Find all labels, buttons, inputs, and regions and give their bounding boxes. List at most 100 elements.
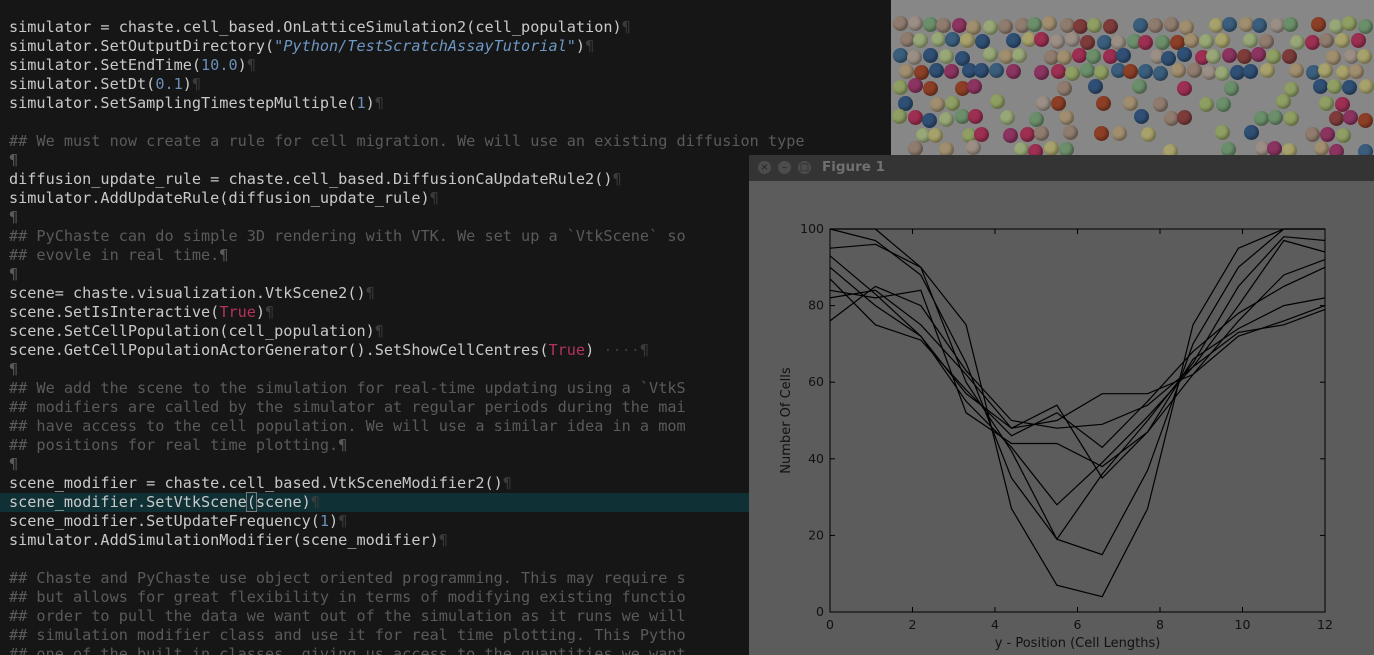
cell-sphere <box>1254 111 1270 127</box>
cell-sphere <box>1147 17 1163 33</box>
cell-sphere <box>913 32 929 48</box>
cell-sphere <box>892 47 908 63</box>
code-token: True <box>219 303 256 321</box>
cell-sphere <box>936 17 952 33</box>
code-token: scene.GetCellPopulationActorGenerator().… <box>9 341 549 359</box>
cell-sphere <box>945 31 961 47</box>
cell-sphere <box>1318 33 1334 49</box>
cell-sphere <box>1198 34 1214 50</box>
cell-sphere <box>899 63 915 79</box>
whitespace-marker: ¶ <box>585 37 595 55</box>
cell-sphere <box>1034 65 1050 81</box>
cell-sphere <box>999 109 1015 125</box>
code-token: simulator.AddUpdateRule(diffusion_update… <box>9 189 430 207</box>
cell-sphere <box>1244 125 1260 141</box>
whitespace-marker: ····¶ <box>594 341 650 359</box>
cell-sphere <box>1096 96 1112 112</box>
maximize-icon[interactable]: □ <box>798 161 811 174</box>
cell-sphere <box>923 80 939 96</box>
code-token: ## We must now create a rule for cell mi… <box>9 132 805 150</box>
cell-sphere <box>1358 19 1374 35</box>
code-token: ) <box>365 94 375 112</box>
cell-sphere <box>1348 63 1364 79</box>
code-token: ) <box>182 75 192 93</box>
cell-sphere <box>989 93 1005 109</box>
code-token: ## one of the built in classes, giving u… <box>9 645 686 655</box>
cell-sphere <box>1138 64 1154 80</box>
cell-sphere <box>1102 18 1118 34</box>
cell-sphere <box>1350 33 1366 49</box>
cell-sphere <box>967 109 983 125</box>
cell-sphere <box>928 62 944 78</box>
code-token: ## PyChaste can do simple 3D rendering w… <box>9 227 686 245</box>
cell-sphere <box>1051 63 1067 79</box>
code-token: ) <box>237 56 247 74</box>
close-icon[interactable]: × <box>758 161 771 174</box>
code-token: scene) <box>255 493 311 511</box>
cell-sphere <box>1154 34 1170 50</box>
cell-sphere <box>1058 110 1074 126</box>
whitespace-marker: ¶ <box>310 493 320 511</box>
whitespace-marker: ¶ <box>374 322 384 340</box>
code-token: simulator.SetOutputDirectory( <box>9 37 275 55</box>
cell-sphere <box>998 18 1014 34</box>
code-token: ¶ <box>9 208 19 226</box>
y-axis-label: Number Of Cells <box>779 367 794 474</box>
cell-sphere <box>1335 32 1351 48</box>
cell-sphere <box>1313 140 1329 156</box>
code-token: True <box>548 341 586 359</box>
cell-sphere <box>1357 112 1373 128</box>
code-token: ) <box>255 303 266 321</box>
cell-sphere <box>923 48 939 64</box>
cell-sphere <box>1064 31 1080 47</box>
cell-sphere <box>1216 96 1232 112</box>
x-tick-label: 2 <box>909 617 917 632</box>
whitespace-marker: ¶ <box>612 170 622 188</box>
cell-sphere <box>931 32 947 48</box>
cell-sphere <box>908 140 924 156</box>
cell-sphere <box>1029 112 1045 128</box>
code-token: ## but allows for great flexibility in t… <box>9 588 686 606</box>
cell-sphere <box>1087 78 1103 94</box>
cell-sphere <box>1318 63 1334 79</box>
code-token: 10.0 <box>201 56 238 74</box>
whitespace-marker: ¶ <box>438 531 448 549</box>
cell-sphere <box>1056 80 1072 96</box>
cell-sphere <box>1138 35 1154 51</box>
code-token: scene.SetIsInteractive( <box>9 303 220 321</box>
cell-sphere <box>1132 79 1148 95</box>
cell-sphere <box>1275 94 1291 110</box>
x-tick-label: 0 <box>826 617 834 632</box>
cell-sphere <box>1049 33 1065 49</box>
figure-titlebar[interactable]: × – □ Figure 1 <box>749 155 1374 181</box>
code-token: ## order to pull the data we want out of… <box>9 607 686 625</box>
cell-sphere <box>1304 126 1320 142</box>
cell-sphere <box>1342 109 1358 125</box>
cell-sphere <box>1282 48 1298 64</box>
cell-sphere <box>1318 95 1334 111</box>
whitespace-marker: ¶ <box>621 18 631 36</box>
code-token: simulator.SetDt( <box>9 75 156 93</box>
cell-sphere <box>945 96 960 112</box>
code-token: simulator.SetSamplingTimestepMultiple( <box>9 94 357 112</box>
cell-sphere <box>1079 63 1095 79</box>
plot-area <box>829 228 1326 613</box>
cell-sphere <box>1003 127 1019 143</box>
minimize-icon[interactable]: – <box>778 161 791 174</box>
cell-sphere <box>1266 49 1281 65</box>
cell-sphere <box>1311 16 1327 32</box>
cell-sphere <box>1243 64 1259 80</box>
code-token: scene_modifier.SetUpdateFrequency( <box>9 512 320 530</box>
code-token: simulator = chaste.cell_based.OnLatticeS… <box>9 18 622 36</box>
cell-sphere <box>1357 49 1373 65</box>
y-tick-label: 0 <box>816 604 824 619</box>
cell-sphere <box>1093 126 1109 142</box>
cell-sphere <box>1198 96 1214 112</box>
code-token: ) <box>575 37 586 55</box>
figure-window[interactable]: × – □ Figure 1 0 2 4 6 8 10 12 0 20 40 60 80 100 y - … <box>749 155 1374 655</box>
figure-title: Figure 1 <box>822 159 886 175</box>
cell-sphere <box>1006 64 1022 80</box>
cell-sphere <box>1208 18 1224 34</box>
cell-sphere <box>1012 48 1028 64</box>
code-token: ¶ <box>9 455 19 473</box>
